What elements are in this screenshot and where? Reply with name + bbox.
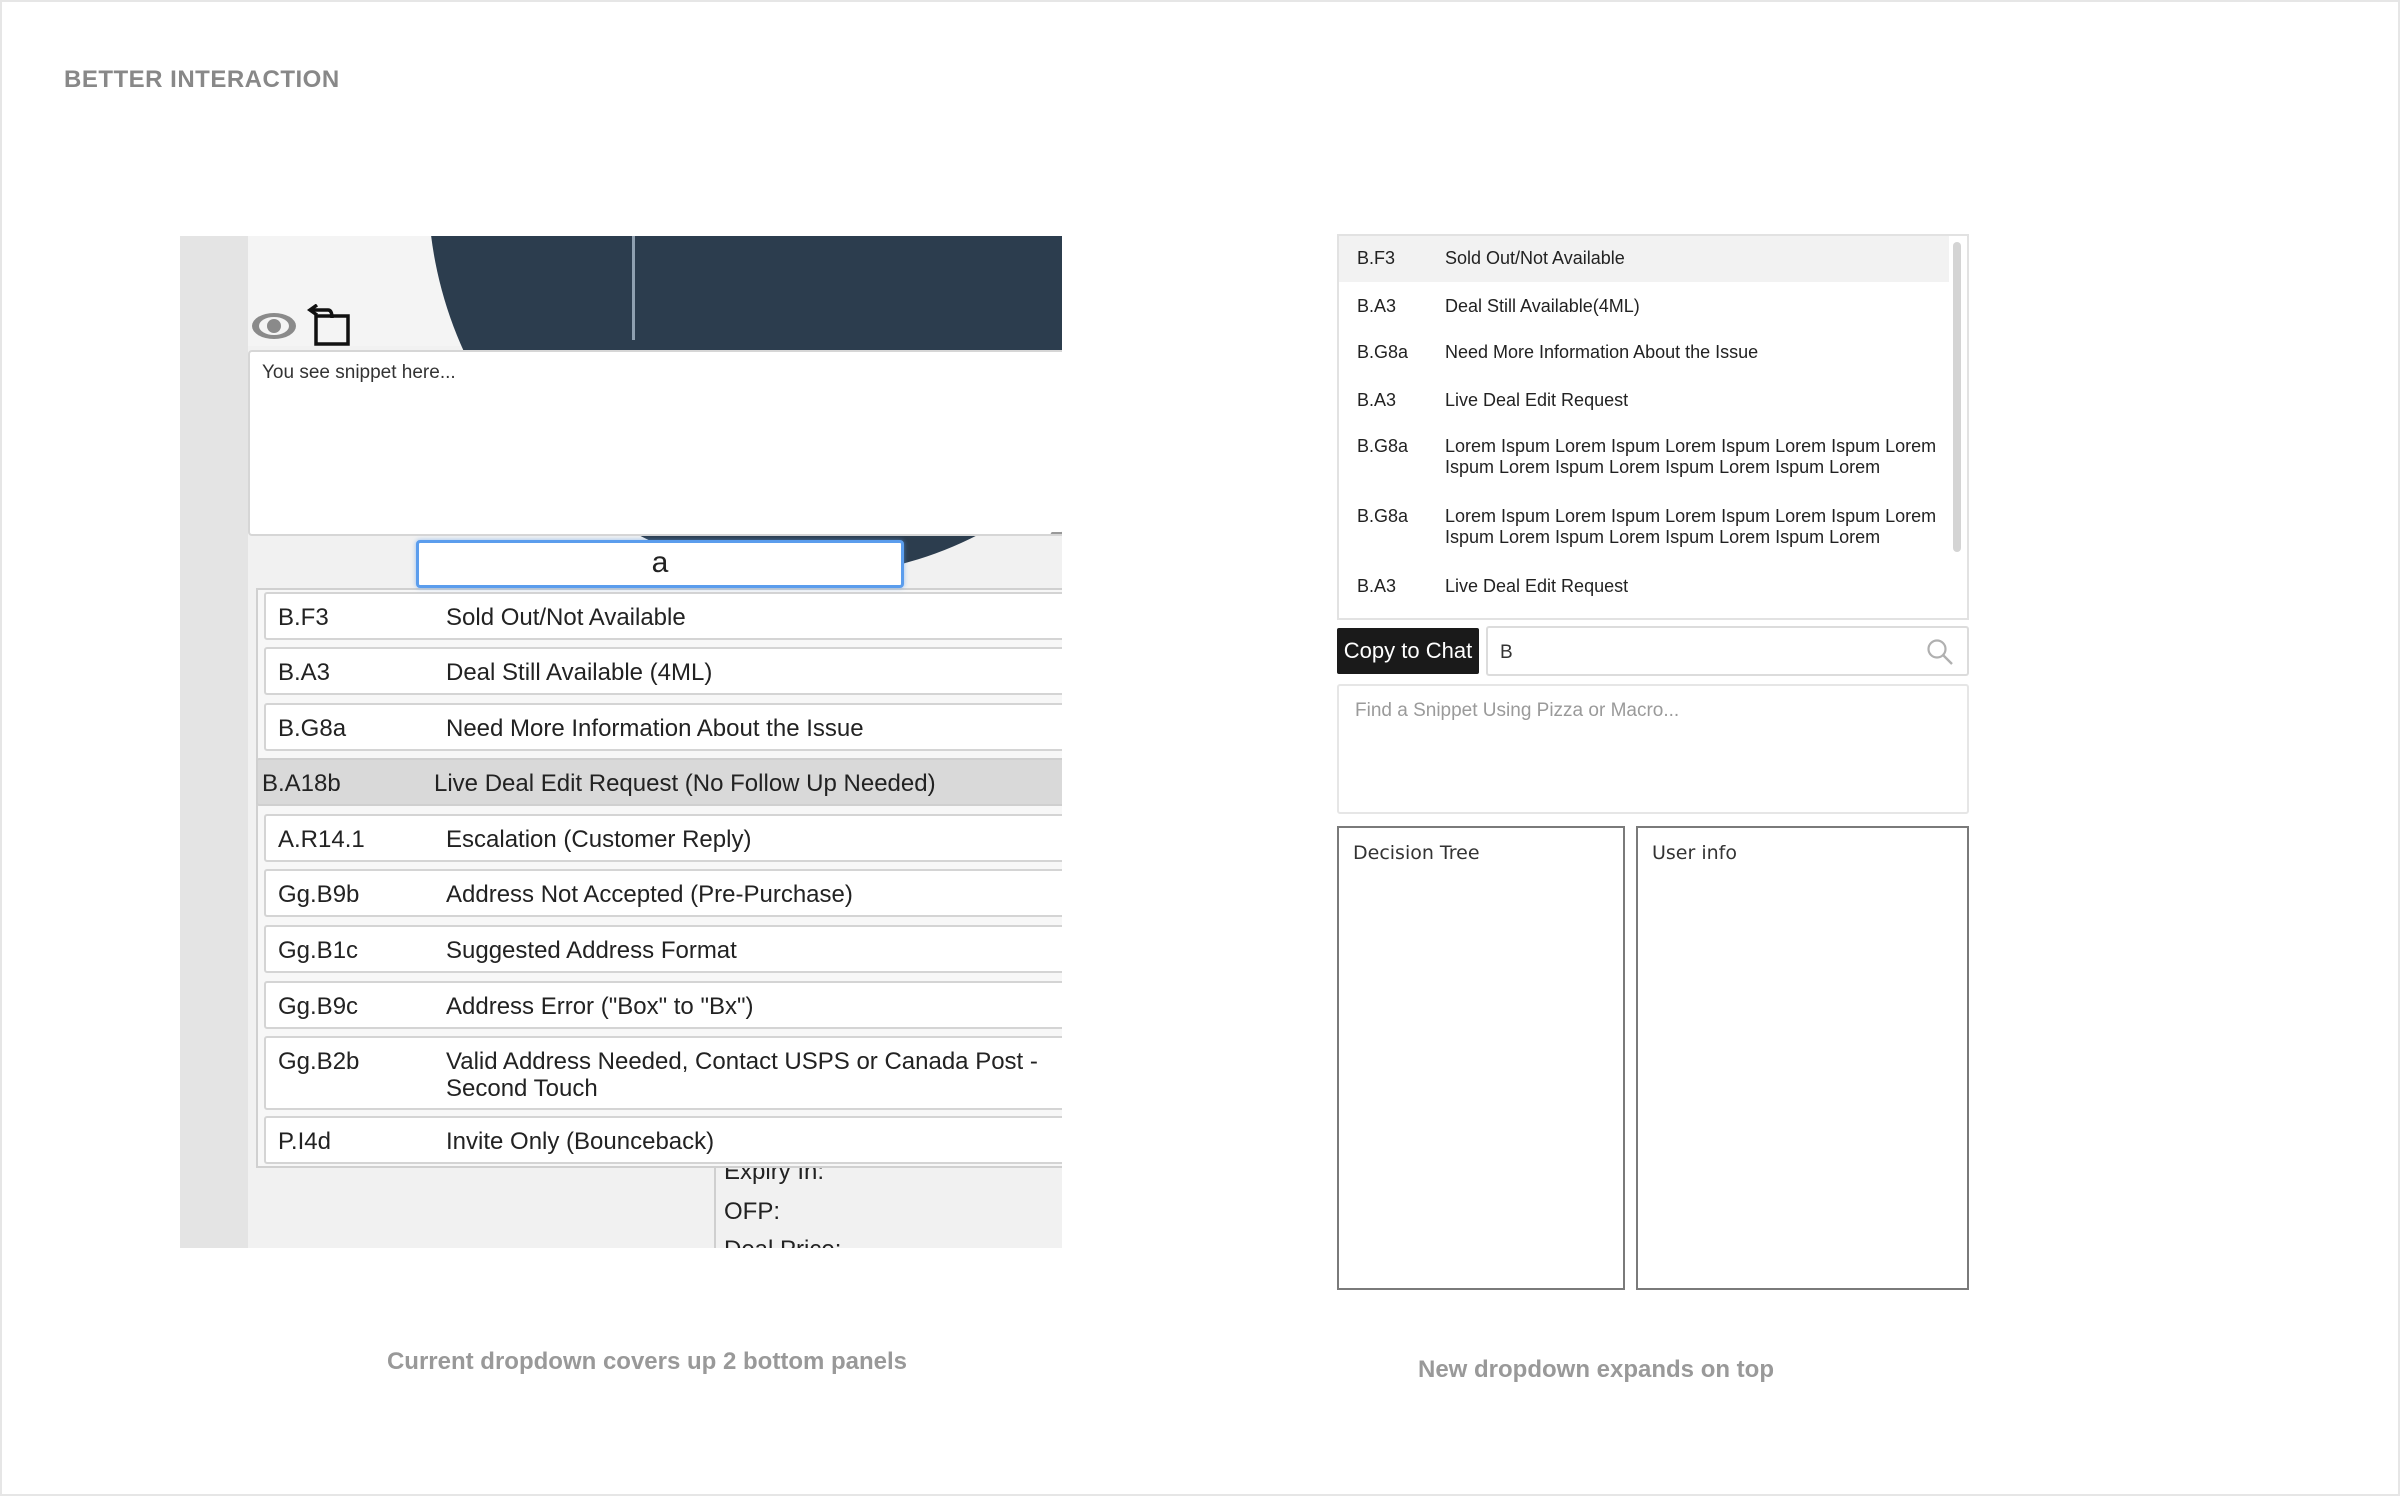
section-title: BETTER INTERACTION xyxy=(64,66,340,93)
dropdown-option[interactable]: Gg.B2b Valid Address Needed, Contact USP… xyxy=(264,1036,1062,1110)
dropdown-option[interactable]: B.A3 Deal Still Available (4ML) xyxy=(264,647,1062,695)
option-code: B.G8a xyxy=(1357,436,1409,456)
panel-divider xyxy=(714,1164,716,1248)
search-icon[interactable] xyxy=(1926,638,1954,666)
dropdown-option[interactable]: B.G8a Need More Information About the Is… xyxy=(1339,328,1949,376)
option-code: Gg.B1c xyxy=(278,937,359,964)
option-code: B.A3 xyxy=(278,659,331,686)
deal-price-field-label: Deal Price: xyxy=(724,1236,841,1248)
dropdown-option[interactable]: Gg.B9c Address Error ("Box" to "Bx") xyxy=(264,981,1062,1029)
user-info-title: User info xyxy=(1652,842,1737,864)
option-code: B.G8a xyxy=(1357,342,1409,362)
dropdown-option[interactable]: B.A3 Live Deal Edit Request xyxy=(1339,562,1949,608)
right-caption: New dropdown expands on top xyxy=(1418,1356,1774,1383)
dropdown-option[interactable]: B.G8a Need More Information About the Is… xyxy=(264,703,1062,751)
dropdown-option[interactable]: B.F3 Sold Out/Not Available xyxy=(264,592,1062,640)
option-label: Live Deal Edit Request xyxy=(1445,390,1629,410)
option-code: B.G8a xyxy=(278,715,347,742)
snippet-find-textarea[interactable]: Find a Snippet Using Pizza or Macro... xyxy=(1337,684,1969,814)
option-label: Lorem Ispum Lorem Ispum Lorem Ispum Lore… xyxy=(1445,506,1937,547)
dropdown-option-highlighted[interactable]: B.A18b Live Deal Edit Request (No Follow… xyxy=(256,758,1062,806)
option-code: B.A3 xyxy=(1357,296,1397,316)
dropdown-option[interactable]: A.R14.1 Escalation (Customer Reply) xyxy=(264,814,1062,862)
option-label: Need More Information About the Issue xyxy=(446,715,864,742)
snippet-dropdown: B.F3 Sold Out/Not Available B.A3 Deal St… xyxy=(256,588,1062,1168)
option-code: B.A3 xyxy=(1357,390,1397,410)
dropdown-option[interactable]: B.A3 Deal Still Available(4ML) xyxy=(1339,282,1949,328)
dropdown-option[interactable]: B.A3 Live Deal Edit Request xyxy=(1339,376,1949,422)
option-label: Valid Address Needed, Contact USPS or Ca… xyxy=(446,1048,1038,1102)
ofp-field-label: OFP: xyxy=(724,1198,781,1225)
option-label: Address Error ("Box" to "Bx") xyxy=(446,993,754,1020)
option-label: Suggested Address Format xyxy=(446,937,737,964)
current-dropdown-screenshot: You see snippet here... Expiry In: OFP: … xyxy=(180,236,1062,1248)
option-code: B.F3 xyxy=(1357,248,1396,268)
dropdown-option[interactable]: Gg.B1c Suggested Address Format xyxy=(264,925,1062,973)
reply-to-chat-icon[interactable] xyxy=(306,304,354,348)
option-label: Invite Only (Bounceback) xyxy=(446,1128,715,1155)
option-label: Sold Out/Not Available xyxy=(446,604,686,631)
snippet-search-input[interactable]: a xyxy=(416,540,904,588)
dropdown-option[interactable]: B.G8a Lorem Ispum Lorem Ispum Lorem Ispu… xyxy=(1339,492,1949,562)
resize-grip-icon[interactable] xyxy=(1050,522,1062,534)
option-code: Gg.B9c xyxy=(278,993,359,1020)
copy-to-chat-button[interactable]: Copy to Chat xyxy=(1337,628,1479,674)
new-snippet-dropdown: B.F3 Sold Out/Not Available B.A3 Deal St… xyxy=(1337,234,1969,620)
option-label: Live Deal Edit Request (No Follow Up Nee… xyxy=(434,770,936,797)
option-label: Deal Still Available (4ML) xyxy=(446,659,713,686)
snippet-preview[interactable]: You see snippet here... xyxy=(248,350,1062,536)
eye-icon[interactable] xyxy=(250,308,298,344)
snippet-search-input[interactable]: B xyxy=(1486,626,1969,676)
dropdown-option[interactable]: P.I4d Invite Only (Bounceback) xyxy=(264,1116,1062,1164)
option-code: A.R14.1 xyxy=(278,826,365,853)
option-label: Need More Information About the Issue xyxy=(1445,342,1759,362)
option-label: Address Not Accepted (Pre-Purchase) xyxy=(446,881,853,908)
option-code: P.I4d xyxy=(278,1128,331,1155)
option-code: Gg.B2b xyxy=(278,1048,360,1075)
decision-tree-panel: Decision Tree xyxy=(1337,826,1625,1290)
user-info-panel: User info xyxy=(1636,826,1969,1290)
option-label: Escalation (Customer Reply) xyxy=(446,826,752,853)
left-rail xyxy=(180,236,248,1248)
circle-divider xyxy=(632,236,635,340)
option-label: Lorem Ispum Lorem Ispum Lorem Ispum Lore… xyxy=(1445,436,1937,477)
option-label: Live Deal Edit Request xyxy=(1445,576,1629,596)
snippet-preview-text: You see snippet here... xyxy=(262,362,456,383)
option-code: B.G8a xyxy=(1357,506,1409,526)
option-label: Sold Out/Not Available xyxy=(1445,248,1625,268)
dropdown-option[interactable]: B.F3 Sold Out/Not Available xyxy=(1339,236,1949,282)
option-code: B.A18b xyxy=(262,770,341,797)
decision-tree-title: Decision Tree xyxy=(1353,842,1480,864)
option-code: Gg.B9b xyxy=(278,881,360,908)
option-code: B.F3 xyxy=(278,604,329,631)
option-label: Deal Still Available(4ML) xyxy=(1445,296,1640,316)
dropdown-option[interactable]: B.G8a Lorem Ispum Lorem Ispum Lorem Ispu… xyxy=(1339,422,1949,492)
header-band xyxy=(248,236,1062,576)
dropdown-option[interactable]: Gg.B9b Address Not Accepted (Pre-Purchas… xyxy=(264,869,1062,917)
dropdown-scrollbar[interactable] xyxy=(1953,242,1961,552)
left-caption: Current dropdown covers up 2 bottom pane… xyxy=(386,1348,908,1375)
option-code: B.A3 xyxy=(1357,576,1397,596)
textarea-placeholder: Find a Snippet Using Pizza or Macro... xyxy=(1355,700,1680,721)
